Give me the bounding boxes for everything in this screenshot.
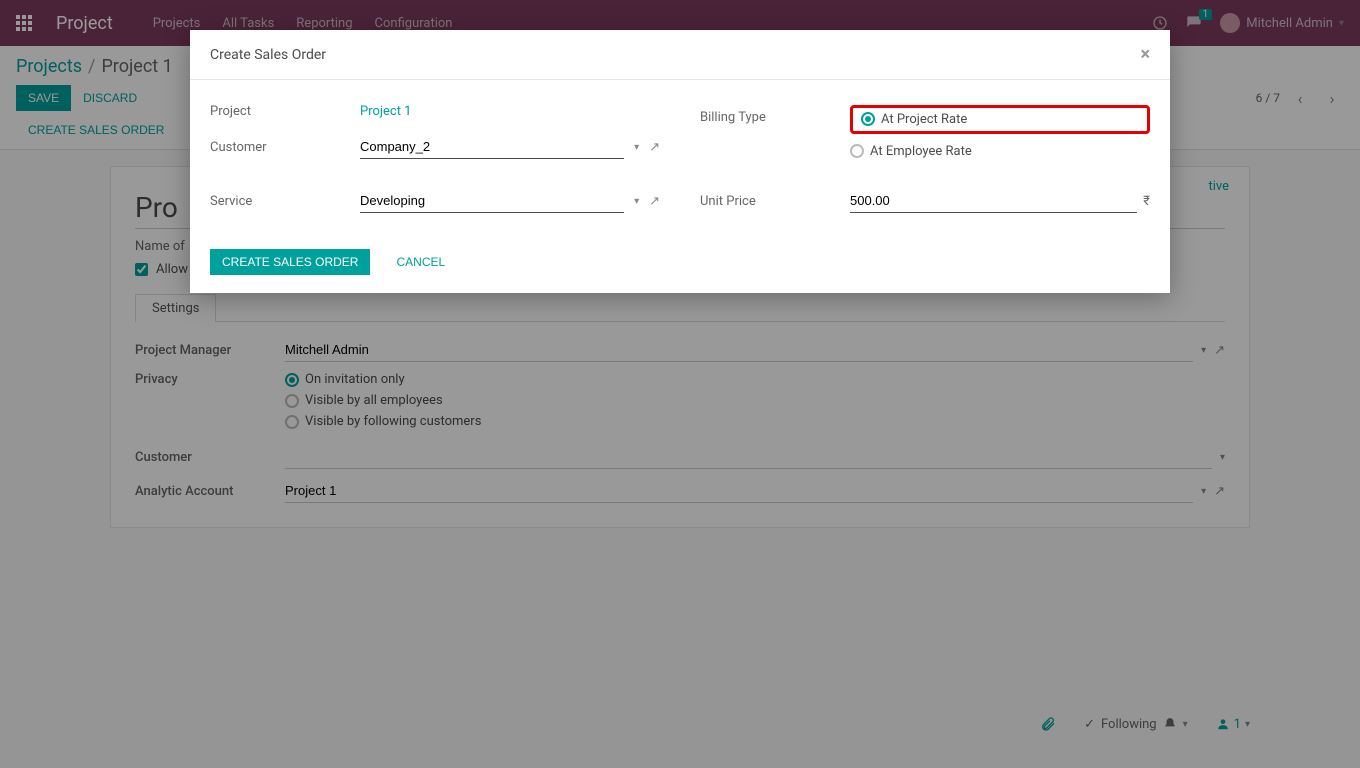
currency-symbol: ₹ — [1143, 194, 1150, 209]
external-link-icon[interactable]: ↗ — [649, 140, 660, 155]
create-sales-order-modal: Create Sales Order × Project Project 1 C… — [190, 30, 1170, 293]
caret-icon[interactable]: ▾ — [634, 196, 639, 207]
unit-price-label: Unit Price — [700, 194, 850, 209]
modal-cancel-button[interactable]: CANCEL — [384, 249, 457, 275]
customer-input[interactable] — [360, 135, 624, 159]
customer-field: ▾ ↗ — [360, 135, 660, 159]
customer-label: Customer — [210, 140, 360, 155]
billing-type-options: At Project Rate At Employee Rate — [850, 105, 1150, 159]
modal-title: Create Sales Order — [210, 47, 326, 63]
modal-footer: CREATE SALES ORDER CANCEL — [190, 237, 1170, 293]
modal-create-button[interactable]: CREATE SALES ORDER — [210, 249, 370, 275]
close-icon[interactable]: × — [1140, 44, 1150, 65]
billing-opt-project-rate[interactable]: At Project Rate — [850, 105, 1150, 134]
modal-body: Project Project 1 Customer ▾ ↗ Billing T… — [190, 80, 1170, 237]
project-label: Project — [210, 104, 360, 119]
unit-price-input[interactable] — [850, 189, 1137, 213]
radio-checked-icon — [861, 112, 875, 126]
modal-header: Create Sales Order × — [190, 30, 1170, 80]
external-link-icon[interactable]: ↗ — [649, 194, 660, 209]
caret-icon[interactable]: ▾ — [634, 142, 639, 153]
unit-price-field: ₹ — [850, 189, 1150, 213]
billing-opt-employee-rate[interactable]: At Employee Rate — [850, 144, 1150, 159]
project-link[interactable]: Project 1 — [360, 104, 660, 119]
service-field: ▾ ↗ — [360, 189, 660, 213]
radio-unchecked-icon — [850, 144, 864, 158]
billing-type-label: Billing Type — [700, 104, 850, 125]
service-label: Service — [210, 194, 360, 209]
service-input[interactable] — [360, 189, 624, 213]
